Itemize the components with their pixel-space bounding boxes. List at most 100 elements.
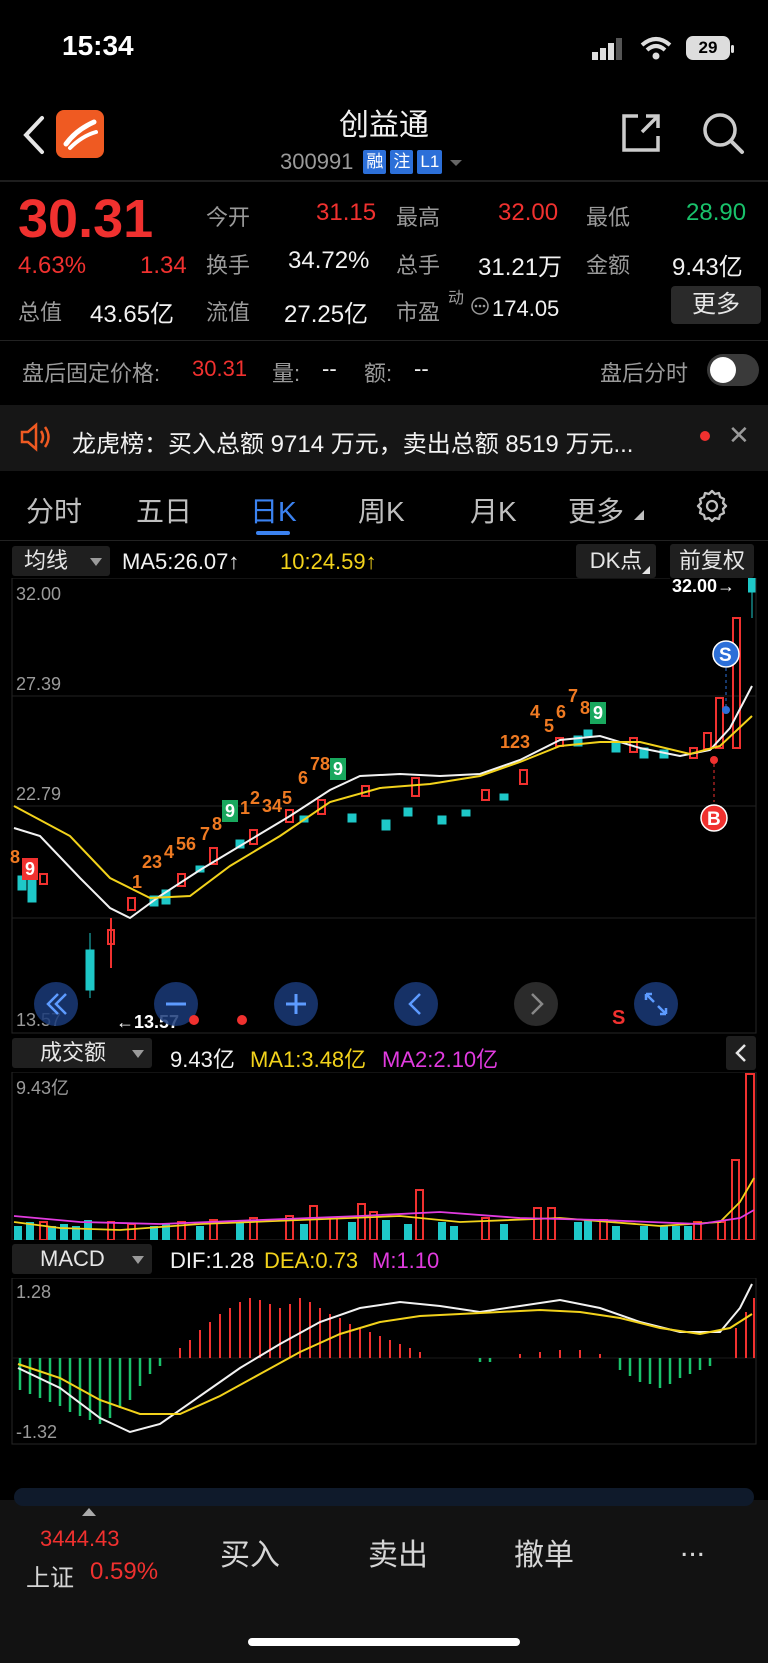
y-label-3: 22.79 (16, 784, 61, 804)
dk-point-label: DK点 (589, 548, 643, 573)
svg-text:32.00→: 32.00→ (672, 578, 735, 596)
svg-text:6: 6 (556, 702, 566, 722)
close-icon[interactable]: ✕ (728, 420, 750, 451)
svg-text:9: 9 (593, 703, 603, 723)
tag-registration: 注 (390, 150, 414, 174)
volume-indicator-select[interactable]: 成交额 (12, 1038, 152, 1068)
stock-code-row[interactable]: 300991 融 注 L1 (280, 148, 466, 176)
afterhours-amt: -- (414, 356, 429, 381)
buy-signal-marker[interactable]: B (700, 756, 728, 832)
volume-label: 总手 (396, 253, 441, 278)
more-button[interactable]: 更多 (671, 286, 761, 324)
index-name[interactable]: 上证 (26, 1558, 74, 1593)
volume-value: 31.21万 (478, 254, 563, 281)
expand-up-icon[interactable] (82, 1506, 96, 1516)
dropdown-icon (450, 160, 463, 166)
afterhours-vol-label: 量: (272, 361, 301, 386)
stock-code: 300991 (280, 149, 354, 174)
svg-text:4: 4 (530, 702, 540, 722)
sequence-numbers: 8 9 123 4 56 78 9 12 34 5 678 9 1234 56 78… (10, 686, 606, 892)
dk-caret-icon (642, 566, 650, 574)
low-label: 最低 (586, 205, 631, 230)
svg-text:7: 7 (568, 686, 578, 706)
volume-y-label: 9.43亿 (16, 1078, 69, 1098)
float-cap-value: 27.25亿 (284, 301, 369, 328)
macd-hist-negative (18, 1358, 712, 1424)
collapse-panel-button[interactable] (726, 1036, 756, 1070)
ma10-value: 10:24.59↑ (280, 549, 377, 574)
volume-indicator-label: 成交额 (40, 1040, 107, 1065)
svg-text:S: S (612, 1007, 625, 1029)
macd-dif: DIF:1.28 (170, 1248, 255, 1273)
cancel-order-button[interactable]: 撤单 (514, 1530, 574, 1574)
macd-chart: 1.28 -1.32 20250327 20250630 (11, 1278, 757, 1445)
svg-text:2: 2 (250, 788, 260, 808)
index-value[interactable]: 3444.43 (40, 1526, 120, 1552)
macd-m: M:1.10 (372, 1248, 440, 1273)
tab-five-day[interactable]: 五日 (136, 490, 192, 530)
svg-text:23: 23 (142, 852, 162, 872)
ma5-value: MA5:26.07↑ (122, 549, 240, 574)
home-indicator (248, 1638, 520, 1646)
tab-intraday[interactable]: 分时 (26, 490, 82, 530)
svg-text:5: 5 (282, 788, 292, 808)
pe-dynamic-label: 动 (448, 290, 465, 307)
kline-indicator-select[interactable]: 均线 (12, 546, 110, 576)
turnover-label: 换手 (206, 253, 251, 278)
high-label: 最高 (396, 205, 441, 230)
svg-text:8: 8 (580, 698, 590, 718)
more-caret-icon (634, 510, 644, 520)
tag-margin: 融 (363, 150, 387, 174)
macd-indicator-select[interactable]: MACD (12, 1244, 152, 1274)
amount-label: 金额 (586, 253, 631, 278)
svg-text:6: 6 (298, 768, 308, 788)
tab-daily-k[interactable]: 日K (250, 490, 297, 530)
high-value: 32.00 (498, 199, 559, 226)
market-cap-label: 总值 (18, 300, 63, 325)
afterhours-toggle[interactable] (707, 354, 759, 386)
svg-text:78: 78 (310, 754, 330, 774)
share-icon[interactable] (618, 110, 664, 156)
svg-text:123: 123 (500, 732, 530, 752)
svg-text:S: S (719, 645, 732, 666)
afterhours-toggle-label: 盘后分时 (600, 361, 689, 386)
y-label-top: 32.00 (16, 584, 61, 604)
more-actions-button[interactable]: ... (680, 1530, 705, 1564)
svg-text:34: 34 (262, 796, 282, 816)
tab-weekly-k[interactable]: 周K (358, 490, 405, 530)
amount-value: 9.43亿 (672, 254, 743, 281)
svg-text:B: B (707, 809, 721, 830)
tab-monthly-k[interactable]: 月K (470, 490, 517, 530)
settings-gear-icon[interactable] (694, 488, 730, 524)
last-price: 30.31 (18, 189, 154, 249)
chevron-left-icon (735, 1044, 746, 1062)
svg-text:9: 9 (25, 859, 35, 879)
ma5-line (13, 685, 753, 920)
header-divider (0, 180, 768, 182)
svg-text:1: 1 (132, 872, 142, 892)
kline-indicator-label: 均线 (24, 548, 69, 573)
turnover-value: 34.72% (288, 247, 370, 274)
market-cap-value: 43.65亿 (90, 301, 175, 328)
afterhours-vol: -- (322, 356, 337, 381)
svg-text:56: 56 (176, 834, 196, 854)
macd-y-bottom: -1.32 (16, 1422, 57, 1442)
macd-dea: DEA:0.73 (264, 1248, 359, 1273)
open-label: 今开 (206, 205, 251, 230)
bottom-strip (14, 1488, 754, 1506)
index-change-percent[interactable]: 0.59% (90, 1558, 158, 1586)
svg-text:7: 7 (200, 824, 210, 844)
info-icon[interactable] (470, 296, 490, 316)
sell-button[interactable]: 卖出 (368, 1530, 428, 1574)
active-tab-indicator (256, 531, 290, 535)
kline-chart[interactable]: 8 9 123 4 56 78 9 12 34 5 678 9 1234 56 78… (0, 578, 768, 1038)
tab-more[interactable]: 更多 (568, 490, 624, 530)
adjust-button[interactable]: 前复权 (670, 544, 754, 578)
macd-indicator-label: MACD (40, 1246, 105, 1271)
buy-button[interactable]: 买入 (220, 1530, 280, 1574)
y-label-2: 27.39 (16, 674, 61, 694)
volume-value: 9.43亿 (170, 1047, 235, 1072)
afterhours-price: 30.31 (192, 356, 248, 381)
notice-text[interactable]: 龙虎榜：买入总额 9714 万元，卖出总额 8519 万元... (72, 424, 633, 459)
search-icon[interactable] (700, 110, 746, 156)
